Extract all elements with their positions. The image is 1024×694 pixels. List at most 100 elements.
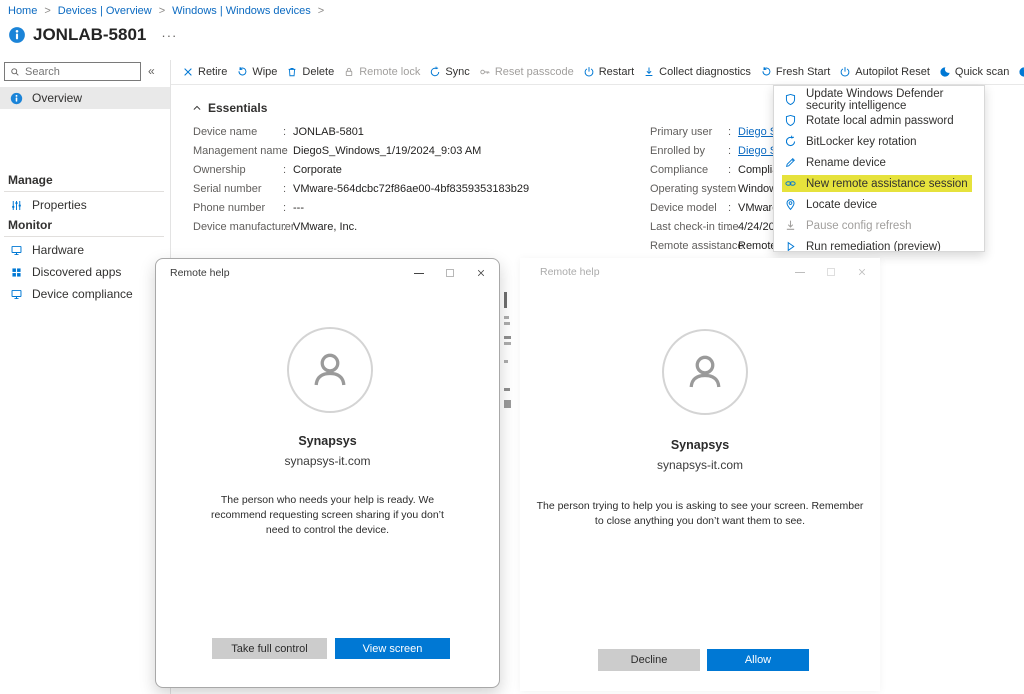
toolbar-button-label: Sync xyxy=(445,66,469,78)
toolbar-button-label: Delete xyxy=(302,66,334,78)
field-label: Management name xyxy=(193,145,283,157)
toolbar-button[interactable]: Quick scan xyxy=(939,66,1009,78)
sidebar-item[interactable]: Properties xyxy=(0,194,170,216)
sidebar-item-icon xyxy=(10,266,23,279)
toolbar-button[interactable]: Wipe xyxy=(236,66,277,78)
breadcrumb-item[interactable]: Home xyxy=(8,5,37,17)
sidebar-item[interactable]: Hardware xyxy=(0,239,170,261)
context-menu-item-label: Locate device xyxy=(806,199,877,211)
remote-help-window-helper: Remote help Synapsys synapsys-it.com The… xyxy=(155,258,500,688)
essentials-row: Device name : JONLAB-5801 xyxy=(193,122,529,141)
context-menu-item[interactable]: Pause config refresh xyxy=(774,215,984,236)
essentials-left-column: Device name : JONLAB-5801 Management nam… xyxy=(193,122,529,236)
sidebar-item-label: Hardware xyxy=(32,243,84,257)
breadcrumb: Home>Devices | Overview>Windows | Window… xyxy=(8,5,324,17)
maximize-button[interactable] xyxy=(446,269,454,277)
context-menu-item-content: Rotate local admin password xyxy=(782,112,958,129)
toolbar-button[interactable]: Autopilot Reset xyxy=(839,66,930,78)
close-button[interactable] xyxy=(476,268,486,278)
sidebar-manage-list: Properties xyxy=(0,194,170,216)
toolbar-button[interactable]: Restart xyxy=(583,66,634,78)
sidebar-item-label: Discovered apps xyxy=(32,265,121,279)
breadcrumb-item[interactable]: Devices | Overview xyxy=(58,5,152,17)
toolbar-button-icon xyxy=(182,66,194,78)
essentials-row: Device manufacturer : VMware, Inc. xyxy=(193,217,529,236)
context-menu-item-label: Rotate local admin password xyxy=(806,115,954,127)
sidebar-item-overview[interactable]: Overview xyxy=(0,87,170,109)
essentials-title: Essentials xyxy=(208,101,267,115)
minimize-button[interactable] xyxy=(414,273,424,274)
search-input[interactable] xyxy=(25,66,125,78)
toolbar-button-icon xyxy=(839,66,851,78)
context-menu-item[interactable]: Locate device xyxy=(774,194,984,215)
title-more-button[interactable]: ··· xyxy=(161,28,177,43)
context-menu-item[interactable]: Update Windows Defender security intelli… xyxy=(774,89,984,110)
toolbar-button[interactable]: Reset passcode xyxy=(479,66,574,78)
maximize-button[interactable] xyxy=(827,268,835,276)
toolbar-button-label: Wipe xyxy=(252,66,277,78)
field-separator: : xyxy=(728,164,736,176)
sidebar-item[interactable]: Device compliance xyxy=(0,283,170,305)
toolbar-button-icon xyxy=(1018,66,1024,78)
close-button[interactable] xyxy=(857,267,867,277)
sidebar-item-label: Device compliance xyxy=(32,287,133,301)
context-menu-item-icon xyxy=(784,93,797,106)
toolbar-button-icon xyxy=(479,66,491,78)
context-menu-item-icon xyxy=(784,135,797,148)
context-menu-item-label: Run remediation (preview) xyxy=(806,241,941,253)
field-label: Compliance xyxy=(650,164,728,176)
toolbar-button[interactable]: Delete xyxy=(286,66,334,78)
person-icon xyxy=(682,349,728,395)
context-menu-item-icon xyxy=(784,198,797,211)
toolbar-button-label: Reset passcode xyxy=(495,66,574,78)
context-menu-item-label: Rename device xyxy=(806,157,886,169)
collapse-essentials-icon[interactable] xyxy=(192,103,202,113)
divider xyxy=(4,236,164,237)
field-separator: : xyxy=(283,183,291,195)
field-value: JONLAB-5801 xyxy=(293,126,364,138)
minimize-button[interactable] xyxy=(795,272,805,273)
sidebar-monitor-list: Hardware Discovered apps Device complian… xyxy=(0,239,170,305)
breadcrumb-item[interactable]: Windows | Windows devices xyxy=(172,5,311,17)
allow-button[interactable]: Allow xyxy=(707,649,809,671)
dialog-message: The person trying to help you is asking … xyxy=(534,499,866,529)
context-menu-item-label: Update Windows Defender security intelli… xyxy=(806,88,972,112)
toolbar-button[interactable]: Full scan xyxy=(1018,66,1024,78)
essentials-header: Essentials xyxy=(192,101,267,115)
toolbar-button[interactable]: Remote lock xyxy=(343,66,420,78)
dialog-message: The person who needs your help is ready.… xyxy=(200,493,455,538)
toolbar-button-icon xyxy=(760,66,772,78)
window-title: Remote help xyxy=(540,266,600,278)
org-name: Synapsys xyxy=(520,438,880,452)
context-menu-item[interactable]: New remote assistance session xyxy=(774,173,984,194)
field-separator: : xyxy=(728,145,736,157)
essentials-row: Serial number : VMware-564dcbc72f86ae00-… xyxy=(193,179,529,198)
toolbar-button-label: Collect diagnostics xyxy=(659,66,751,78)
window-controls xyxy=(414,268,486,278)
take-full-control-button[interactable]: Take full control xyxy=(212,638,327,659)
context-menu-item[interactable]: Run remediation (preview) xyxy=(774,236,984,252)
context-menu-item[interactable]: Rename device xyxy=(774,152,984,173)
sidebar-collapse-button[interactable]: « xyxy=(148,64,155,78)
search-icon xyxy=(10,67,20,77)
org-name: Synapsys xyxy=(156,434,499,448)
page-title: JONLAB-5801 xyxy=(33,25,146,45)
sidebar-item-icon xyxy=(10,288,23,301)
minimize-icon xyxy=(414,273,424,274)
context-menu-item-icon xyxy=(784,219,797,232)
decline-button[interactable]: Decline xyxy=(598,649,700,671)
toolbar-button[interactable]: Sync xyxy=(429,66,469,78)
toolbar-button[interactable]: Collect diagnostics xyxy=(643,66,751,78)
toolbar-button[interactable]: Retire xyxy=(182,66,227,78)
context-menu-item[interactable]: Rotate local admin password xyxy=(774,110,984,131)
context-menu-item[interactable]: BitLocker key rotation xyxy=(774,131,984,152)
sidebar-section-monitor: Monitor xyxy=(8,218,52,232)
field-value: Corporate xyxy=(293,164,342,176)
field-label: Primary user xyxy=(650,126,728,138)
view-screen-button[interactable]: View screen xyxy=(335,638,450,659)
sidebar-item[interactable]: Discovered apps xyxy=(0,261,170,283)
toolbar-button[interactable]: Fresh Start xyxy=(760,66,830,78)
window-controls xyxy=(795,267,867,277)
divider xyxy=(4,191,164,192)
field-separator: : xyxy=(728,240,736,252)
